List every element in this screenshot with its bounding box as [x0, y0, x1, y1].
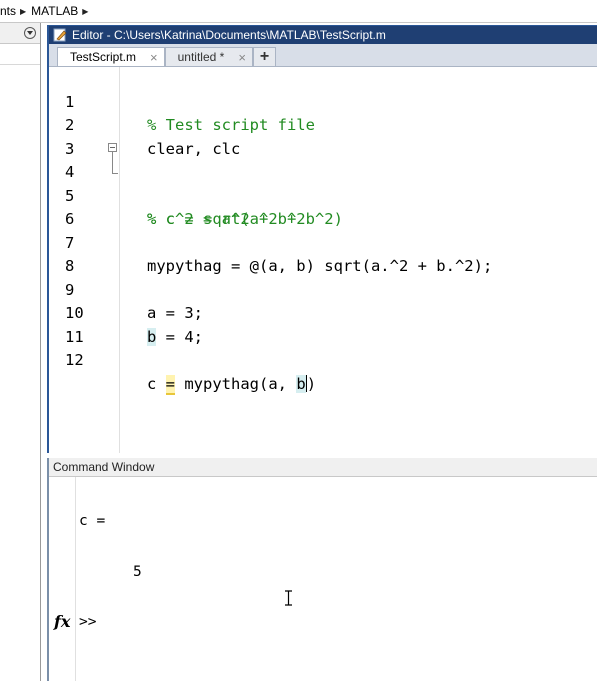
code-line: 10 b = 4; [49, 279, 597, 346]
breadcrumb-arrow-icon[interactable]: ▶ [20, 7, 26, 16]
editor-pencil-icon [53, 28, 67, 42]
output-value: 5 [133, 564, 142, 580]
code-area[interactable]: 1 % Test script file 2 clear, clc 3 4 % … [49, 67, 597, 453]
code-line: 1 % Test script file [49, 67, 597, 135]
code-line: 9 a = 3; [49, 255, 597, 323]
command-window[interactable]: Command Window c = 5 fx >> [47, 458, 597, 681]
text-cursor-icon [284, 590, 293, 606]
command-gutter [49, 477, 76, 681]
variable-highlight: b [296, 374, 306, 393]
tab-testscript[interactable]: TestScript.m × [57, 47, 165, 66]
panel-header [0, 23, 40, 44]
code-text: c = mypythag(a, b) [147, 373, 316, 397]
command-prompt[interactable]: >> [79, 614, 96, 630]
function-browser-icon[interactable]: fx [54, 612, 70, 631]
code-line: 2 clear, clc [49, 91, 597, 158]
breadcrumb-arrow-icon[interactable]: ▶ [82, 7, 88, 16]
code-line: 5 % c = sqrt(a^2 + b^2) [49, 161, 597, 229]
editor-title: Editor - C:\Users\Katrina\Documents\MATL… [72, 28, 386, 42]
editor-window: Editor - C:\Users\Katrina\Documents\MATL… [47, 25, 597, 453]
panel-actions-icon[interactable] [24, 27, 36, 39]
code-fragment: ) [306, 374, 317, 393]
output-variable: c = [79, 513, 106, 529]
tab-label: TestScript.m [70, 50, 137, 64]
command-window-title: Command Window [53, 460, 155, 474]
new-tab-button[interactable]: + [252, 47, 277, 66]
code-line: 3 [49, 114, 597, 158]
tab-untitled[interactable]: untitled * × [164, 47, 253, 66]
breadcrumb: nts ▶ MATLAB ▶ [0, 0, 597, 23]
panel-row[interactable] [0, 44, 40, 65]
editor-tabbar: TestScript.m × untitled * × + [49, 44, 597, 67]
code-line: 11 [49, 302, 597, 346]
tab-label: untitled * [177, 50, 225, 64]
code-fragment: c [147, 374, 166, 393]
code-line: 8 [49, 232, 597, 275]
close-icon[interactable]: × [150, 50, 158, 65]
code-line: 4 % c^2 = a^2 + b^2 [49, 138, 597, 228]
editor-titlebar: Editor - C:\Users\Katrina\Documents\MATL… [49, 26, 597, 44]
fold-collapse-icon[interactable] [108, 142, 117, 152]
warning-highlight[interactable]: = [165, 374, 176, 395]
breadcrumb-item[interactable]: MATLAB [31, 4, 78, 18]
code-line: 6 [49, 185, 597, 228]
current-folder-panel [0, 23, 41, 681]
breadcrumb-item[interactable]: nts [0, 4, 16, 18]
code-fragment: mypythag(a, [175, 374, 297, 393]
close-icon[interactable]: × [238, 50, 246, 65]
code-line: 7 mypythag = @(a, b) sqrt(a.^2 + b.^2); [49, 208, 597, 276]
code-line: 12 c = mypythag(a, b) [49, 326, 597, 395]
command-window-header: Command Window [49, 458, 597, 477]
line-number: 12 [65, 351, 84, 369]
